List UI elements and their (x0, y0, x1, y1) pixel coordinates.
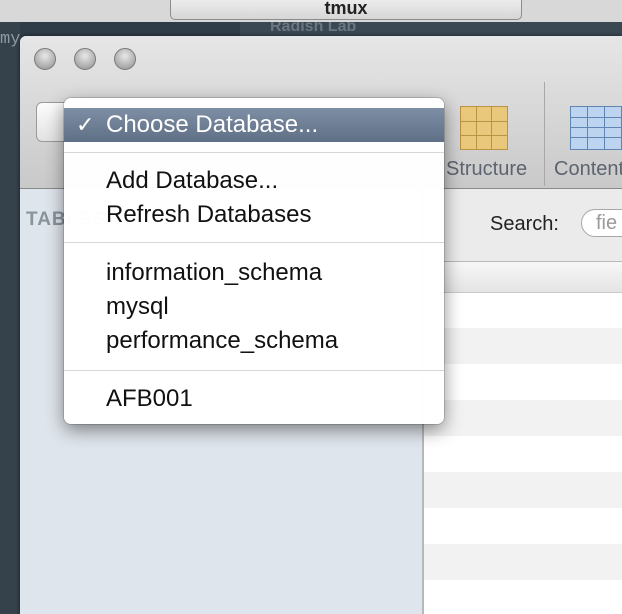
menu-separator (64, 242, 444, 243)
content-label: Content (554, 158, 622, 180)
search-field-selector[interactable]: fie (581, 209, 622, 237)
menu-item-performance-schema[interactable]: performance_schema (64, 324, 444, 358)
table-row (424, 400, 622, 436)
structure-icon (460, 106, 508, 150)
minimize-window-button[interactable] (74, 48, 96, 70)
menu-item-label: information_schema (106, 259, 323, 286)
menu-item-information-schema[interactable]: information_schema (64, 256, 444, 290)
search-label: Search: (490, 213, 559, 235)
checkmark-icon: ✓ (76, 112, 95, 137)
menu-item-label: AFB001 (106, 385, 193, 412)
table-row (424, 472, 622, 508)
menu-item-label: Refresh Databases (106, 201, 312, 228)
close-window-button[interactable] (34, 48, 56, 70)
menu-item-label: performance_schema (106, 327, 339, 354)
menu-item-afb001[interactable]: AFB001 (64, 382, 444, 416)
toolbar-divider (544, 82, 545, 186)
menu-item-refresh-databases[interactable]: Refresh Databases (64, 198, 444, 232)
content-table (424, 262, 622, 614)
search-bar: Search: fie (424, 189, 622, 262)
menu-item-mysql[interactable]: mysql (64, 290, 444, 324)
table-row (424, 328, 622, 364)
menu-separator (64, 370, 444, 371)
zoom-window-button[interactable] (114, 48, 136, 70)
menu-separator (64, 152, 444, 153)
table-header (424, 262, 622, 293)
menu-item-add-database[interactable]: Add Database... (64, 164, 444, 198)
menu-item-choose-database[interactable]: ✓ Choose Database... (64, 108, 444, 142)
structure-label: Structure (446, 158, 528, 180)
menu-item-label: Choose Database... (106, 111, 319, 138)
background-terminal (0, 22, 20, 614)
menu-item-label: Add Database... (106, 167, 279, 194)
database-menu: ✓ Choose Database... Add Database... Ref… (64, 98, 444, 424)
menu-item-label: mysql (106, 293, 169, 320)
background-tab-tmux[interactable]: tmux (170, 0, 522, 20)
content-table-icon (570, 106, 622, 150)
table-row (424, 544, 622, 580)
